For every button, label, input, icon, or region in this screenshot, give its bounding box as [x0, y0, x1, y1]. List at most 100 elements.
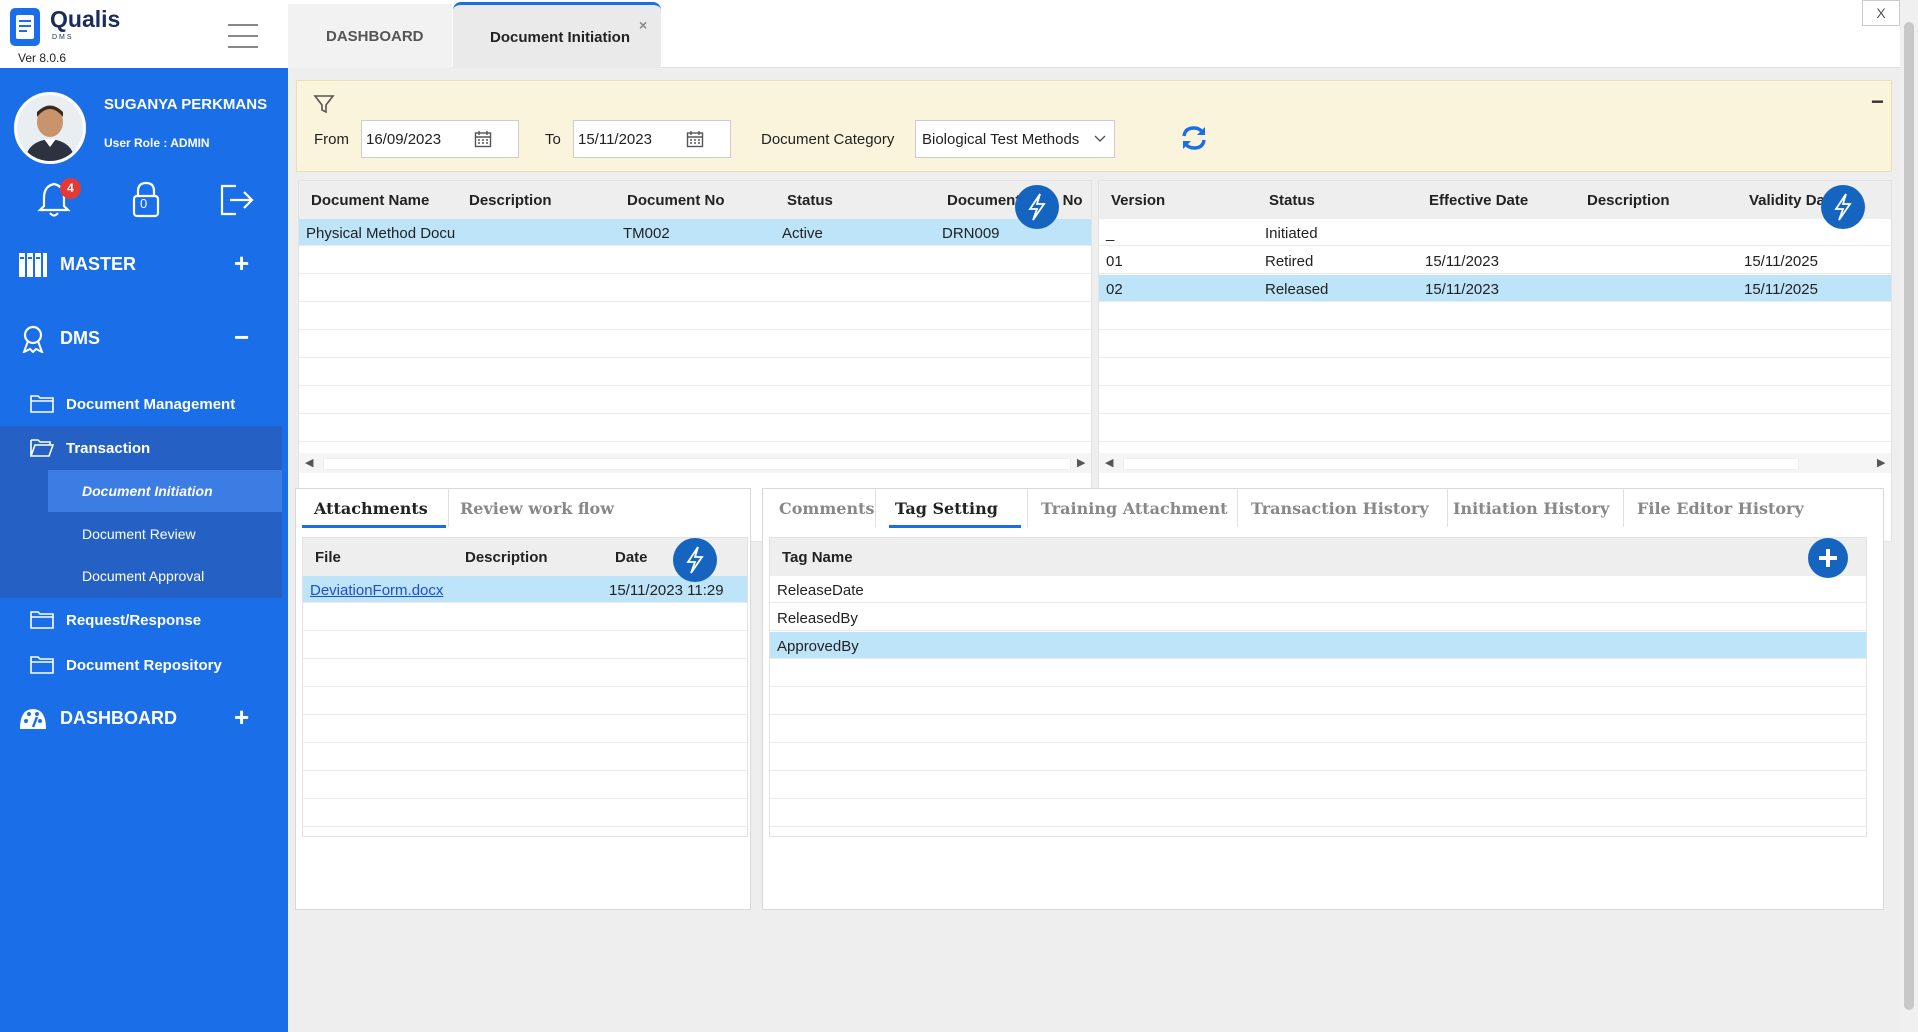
column-header[interactable]: Status — [787, 192, 833, 209]
table-row[interactable]: ReleaseDate — [770, 576, 1866, 603]
scroll-left-icon[interactable]: ◀ — [1105, 456, 1113, 469]
document-category-value: Biological Test Methods — [922, 131, 1080, 148]
tab-dashboard-label: DASHBOARD — [326, 28, 424, 45]
plus-icon — [1819, 549, 1837, 567]
attachment-file-link[interactable]: DeviationForm.docx — [310, 582, 443, 599]
tab-document-initiation-label: Document Initiation — [490, 29, 630, 46]
sidebar-item-document-review[interactable]: Document Review — [48, 513, 282, 555]
sidebar-item-document-management[interactable]: Document Management — [0, 382, 282, 426]
sidebar-item-document-repository[interactable]: Document Repository — [0, 643, 282, 687]
table-row[interactable]: Physical Method Docu TM002 Active DRN009 — [299, 219, 1091, 246]
refresh-icon[interactable] — [1179, 123, 1209, 153]
table-row[interactable]: 02 Released 15/11/2023 15/11/2025 — [1099, 275, 1891, 302]
table-row[interactable]: _ Initiated — [1099, 219, 1891, 246]
empty-row — [770, 772, 1866, 799]
filter-panel: − From 16/09/2023 To 15/11/2023 Document… — [296, 80, 1892, 172]
tab-transaction-history[interactable]: Transaction History — [1251, 499, 1429, 518]
column-header[interactable]: Description — [465, 549, 548, 566]
page-vertical-scrollbar[interactable] — [1900, 0, 1918, 1032]
tag-setting-panel: Comments Tag Setting Training Attachment… — [762, 488, 1884, 910]
tab-divider — [875, 489, 876, 527]
collapse-dms-icon[interactable]: − — [234, 322, 249, 353]
from-date-input[interactable]: 16/09/2023 — [361, 120, 519, 158]
tab-tag-setting[interactable]: Tag Setting — [895, 499, 998, 518]
scroll-thumb[interactable] — [1123, 458, 1799, 470]
tab-training-attachment[interactable]: Training Attachment — [1041, 499, 1228, 518]
close-tab-icon[interactable]: × — [639, 17, 647, 33]
column-header[interactable]: Document No — [627, 192, 725, 209]
grid-actions-button[interactable] — [1821, 185, 1865, 229]
table-row[interactable]: ApprovedBy — [770, 632, 1866, 659]
column-header[interactable]: Description — [469, 192, 552, 209]
tab-review-work-flow[interactable]: Review work flow — [460, 499, 614, 518]
column-header[interactable]: Version — [1111, 192, 1165, 209]
add-tag-button[interactable] — [1808, 538, 1848, 578]
menu-master[interactable]: MASTER + — [0, 240, 288, 290]
avatar[interactable] — [14, 92, 86, 164]
scroll-thumb[interactable] — [323, 458, 1071, 470]
tab-divider — [1447, 489, 1448, 527]
versions-grid-hscroll[interactable]: ◀ ▶ — [1099, 453, 1891, 473]
logout-icon[interactable] — [214, 178, 258, 222]
lock-count: 0 — [140, 196, 148, 211]
calendar-icon[interactable] — [686, 130, 704, 148]
cell-status: Initiated — [1265, 225, 1318, 242]
folder-open-icon — [30, 439, 54, 457]
sidebar-item-label: Document Repository — [66, 657, 222, 674]
scroll-left-icon[interactable]: ◀ — [305, 456, 313, 469]
tab-dashboard[interactable]: DASHBOARD — [288, 4, 452, 68]
column-header[interactable]: Document Name — [311, 192, 429, 209]
lightning-icon — [686, 546, 704, 574]
expand-dashboard-icon[interactable]: + — [234, 702, 249, 733]
notification-badge: 4 — [60, 178, 81, 199]
collapse-filter-icon[interactable]: − — [1871, 89, 1884, 115]
to-label: To — [545, 131, 561, 148]
empty-row — [1099, 359, 1891, 386]
sidebar-item-document-approval[interactable]: Document Approval — [48, 555, 282, 597]
calendar-icon[interactable] — [474, 130, 492, 148]
cell-status: Retired — [1265, 253, 1314, 270]
empty-row — [303, 604, 747, 631]
column-header[interactable]: Effective Date — [1429, 192, 1528, 209]
grid-actions-button[interactable] — [673, 538, 717, 582]
sidebar-item-request-response[interactable]: Request/Response — [0, 598, 282, 642]
grid-actions-button[interactable] — [1015, 185, 1059, 229]
sidebar-item-document-initiation[interactable]: Document Initiation — [48, 470, 282, 512]
cell-tag-name: ApprovedBy — [777, 638, 859, 655]
column-header[interactable]: Description — [1587, 192, 1670, 209]
scroll-right-icon[interactable]: ▶ — [1877, 456, 1885, 469]
filter-icon[interactable] — [313, 93, 335, 115]
hamburger-menu-icon[interactable] — [228, 24, 258, 48]
empty-row — [1099, 415, 1891, 442]
tab-file-editor-history[interactable]: File Editor History — [1637, 499, 1804, 518]
window-close-button[interactable]: X — [1862, 0, 1900, 26]
cell-date: 15/11/2023 11:29 — [609, 582, 724, 599]
tab-comments[interactable]: Comments — [779, 499, 874, 518]
scroll-right-icon[interactable]: ▶ — [1077, 456, 1085, 469]
empty-row — [303, 660, 747, 687]
cell-version: _ — [1106, 225, 1115, 242]
dashboard-gauge-icon — [20, 709, 46, 729]
table-row[interactable]: 01 Retired 15/11/2023 15/11/2025 — [1099, 247, 1891, 274]
table-row[interactable]: ReleasedBy — [770, 604, 1866, 631]
column-header[interactable]: Tag Name — [782, 549, 853, 566]
user-role: User Role : ADMIN — [104, 136, 210, 150]
scroll-thumb[interactable] — [1904, 22, 1914, 1010]
column-header[interactable]: Date — [615, 549, 648, 566]
empty-row — [303, 772, 747, 799]
menu-dms[interactable]: DMS − — [0, 314, 288, 364]
qualis-logo-icon — [10, 8, 40, 46]
column-header[interactable]: File — [315, 549, 341, 566]
column-header[interactable]: Status — [1269, 192, 1315, 209]
sidebar-item-label: Document Management — [66, 396, 236, 413]
tab-document-initiation[interactable]: Document Initiation × — [453, 2, 661, 68]
document-category-select[interactable]: Biological Test Methods — [915, 120, 1115, 158]
tab-initiation-history[interactable]: Initiation History — [1453, 499, 1609, 518]
documents-grid-hscroll[interactable]: ◀ ▶ — [299, 453, 1091, 473]
sidebar-item-transaction[interactable]: Transaction — [0, 426, 282, 470]
empty-row — [299, 331, 1091, 358]
tab-attachments[interactable]: Attachments — [314, 499, 428, 518]
to-date-input[interactable]: 15/11/2023 — [573, 120, 731, 158]
menu-dashboard[interactable]: DASHBOARD + — [0, 694, 288, 744]
expand-master-icon[interactable]: + — [234, 248, 249, 279]
